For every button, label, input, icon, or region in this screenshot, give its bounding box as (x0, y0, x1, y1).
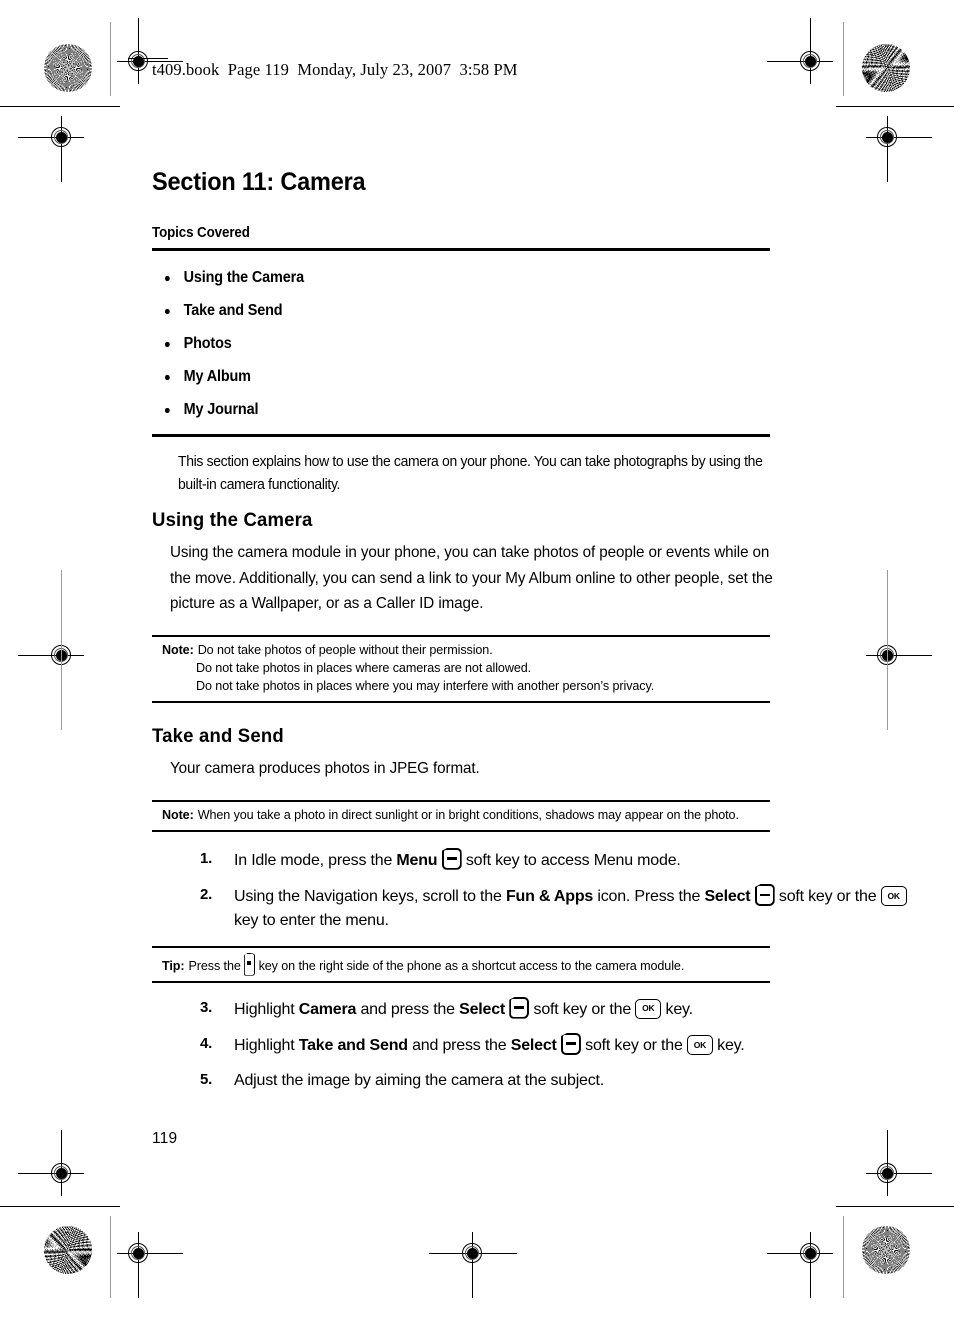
list-item: Photos (152, 335, 727, 353)
registration-moire-top-right (862, 44, 910, 92)
step-number: 1. (200, 849, 213, 867)
intro-divider (152, 434, 770, 437)
note-line: Do not take photos of people without the… (197, 643, 493, 658)
registration-mark-upper-left-margin (18, 116, 84, 182)
take-and-send-heading: Take and Send (152, 724, 284, 747)
tip-box-camera-key: Tip: Press the key on the right side of … (152, 945, 770, 983)
crop-line-bottom-left-horizontal (0, 1206, 120, 1208)
topic-label: My Album (183, 368, 251, 385)
step-emphasis: Select (704, 888, 751, 906)
steps-list-part2: 3. Highlight Camera and press the Select … (152, 996, 770, 1094)
registration-mark-lower-left-margin (18, 1130, 84, 1196)
crop-line-bottom-left-vertical (110, 1216, 112, 1298)
registration-moire-bottom-left (44, 1226, 92, 1274)
page-number: 119 (152, 1130, 178, 1147)
step-number: 5. (200, 1071, 213, 1089)
ok-key-label: OK (642, 1003, 655, 1014)
ok-key-label: OK (887, 890, 900, 901)
tip-text-before: Press the (188, 958, 241, 973)
page-title: Section 11: Camera (152, 168, 366, 196)
registration-mark-lower-right-margin (866, 1130, 932, 1196)
bullet-icon (165, 375, 170, 380)
registration-starburst-bottom-right (862, 1226, 910, 1274)
topics-covered-heading: Topics Covered (152, 225, 250, 241)
bullet-icon (165, 342, 170, 347)
crop-line-top-left-horizontal (0, 106, 120, 108)
note-label: Note: (162, 643, 194, 658)
crop-line-middle-left-vertical (61, 570, 63, 730)
soft-key-icon (754, 884, 775, 907)
step-item: 5. Adjust the image by aiming the camera … (152, 1069, 934, 1093)
note-box-sunlight: Note: When you take a photo in direct su… (152, 799, 770, 832)
topic-label: Photos (183, 335, 232, 352)
step-emphasis: Camera (298, 1000, 357, 1018)
crop-line-bottom-right-vertical (843, 1216, 845, 1298)
registration-mark-bottom-right (767, 1232, 833, 1298)
step-item: 3. Highlight Camera and press the Select … (200, 996, 693, 1019)
crop-line-middle-right-vertical (887, 570, 889, 730)
tip-label: Tip: (162, 958, 185, 973)
list-item: Take and Send (152, 302, 727, 320)
tip-text-after: key on the right side of the phone as a … (258, 958, 685, 973)
ok-key-icon: OK (880, 886, 907, 907)
registration-starburst-top-left (44, 44, 92, 92)
note-line: Do not take photos in places where camer… (196, 661, 532, 676)
page-content: Section 11: Camera Topics Covered Using … (152, 168, 907, 1105)
using-the-camera-heading: Using the Camera (152, 508, 313, 531)
crop-line-top-right-vertical (843, 22, 845, 96)
crop-line-top-right-horizontal (836, 106, 954, 108)
step-number: 2. (200, 886, 213, 904)
note-line: Do not take photos in places where you m… (196, 679, 655, 694)
bullet-icon (165, 408, 170, 413)
step-number: 3. (200, 998, 213, 1016)
header-underline (128, 58, 168, 60)
ok-key-label: OK (693, 1039, 707, 1050)
crop-line-top-left-vertical (110, 22, 112, 96)
topics-divider (152, 248, 770, 251)
list-item: My Album (152, 368, 727, 386)
tip-text: Press the key on the right side of the p… (188, 952, 770, 976)
section-intro-text: This section explains how to use the cam… (178, 453, 763, 493)
step-emphasis: Take and Send (298, 1036, 408, 1054)
soft-key-icon (560, 1032, 581, 1055)
document-page: t409.book Page 119 Monday, July 23, 2007… (0, 0, 954, 1319)
registration-mark-bottom-left (117, 1232, 183, 1298)
take-and-send-body: Your camera produces photos in JPEG form… (170, 759, 480, 777)
steps-list-part1: 1. In Idle mode, press the Menu soft key … (152, 847, 907, 934)
topic-label: Using the Camera (183, 269, 304, 286)
camera-side-key-icon (244, 952, 256, 976)
note-box-permission: Note: Do not take photos of people witho… (152, 635, 770, 703)
using-the-camera-body: Using the camera module in your phone, y… (170, 543, 773, 613)
registration-mark-bottom-center (429, 1232, 517, 1298)
note-label: Note: (162, 807, 194, 822)
soft-key-icon (441, 847, 462, 870)
step-number: 4. (200, 1034, 213, 1052)
ok-key-icon: OK (635, 998, 662, 1019)
step-item: 1. In Idle mode, press the Menu soft key … (200, 847, 681, 870)
step-item: 2. Using the Navigation keys, scroll to t… (152, 884, 934, 934)
step-emphasis: Menu (396, 851, 438, 869)
printer-header-text: t409.book Page 119 Monday, July 23, 2007… (152, 60, 518, 79)
topic-label: My Journal (183, 401, 259, 418)
step-emphasis: Fun & Apps (505, 888, 594, 906)
topics-list: Using the Camera Take and Send Photos My… (152, 269, 770, 419)
bullet-icon (165, 309, 170, 314)
step-emphasis: Select (510, 1036, 557, 1054)
registration-mark-upper-right-margin (866, 116, 932, 182)
list-item: Using the Camera (152, 269, 727, 287)
step-item: 4. Highlight Take and Send and press the … (200, 1032, 745, 1055)
soft-key-icon (509, 996, 530, 1019)
list-item: My Journal (152, 401, 727, 419)
registration-mark-top-right (767, 18, 833, 84)
crop-line-bottom-right-horizontal (836, 1206, 954, 1208)
topic-label: Take and Send (183, 302, 283, 319)
note-line: When you take a photo in direct sunlight… (197, 807, 739, 822)
ok-key-icon: OK (686, 1034, 713, 1055)
bullet-icon (165, 276, 170, 281)
step-emphasis: Select (459, 1000, 506, 1018)
